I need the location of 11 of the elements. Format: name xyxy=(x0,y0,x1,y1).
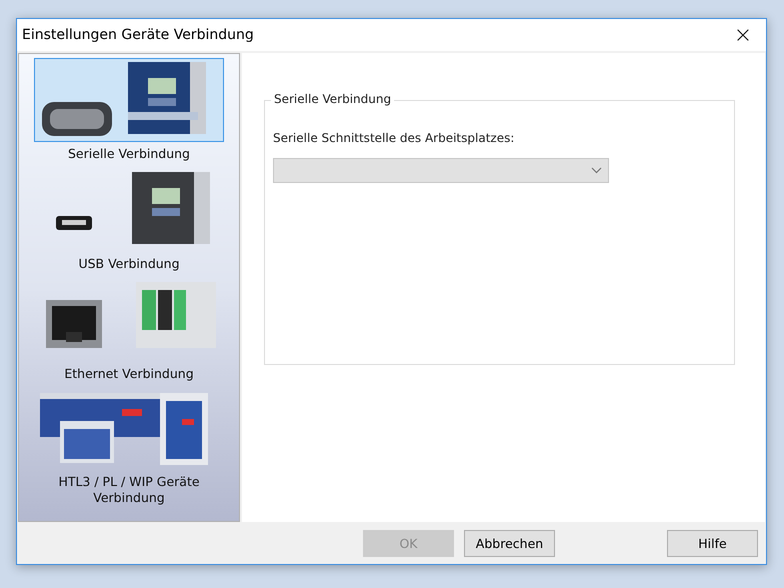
window-title: Einstellungen Geräte Verbindung xyxy=(22,27,254,43)
sidebar-item-label[interactable]: HTL3 / PL / WIP Geräte Verbindung xyxy=(49,474,209,506)
sidebar-item-label[interactable]: Ethernet Verbindung xyxy=(49,366,209,382)
group-title: Serielle Verbindung xyxy=(271,92,394,106)
field-label: Serielle Schnittstelle des Arbeitsplatzes: xyxy=(273,131,516,145)
dialog-button[interactable]: Hilfe xyxy=(667,530,758,556)
sidebar-item-label[interactable]: USB Verbindung xyxy=(49,256,209,272)
chevron-down-icon xyxy=(591,167,602,174)
dialog-button[interactable]: Abbrechen xyxy=(464,530,555,556)
close-button[interactable]: × xyxy=(720,19,766,51)
sidebar-item-label[interactable]: Serielle Verbindung xyxy=(49,146,209,162)
